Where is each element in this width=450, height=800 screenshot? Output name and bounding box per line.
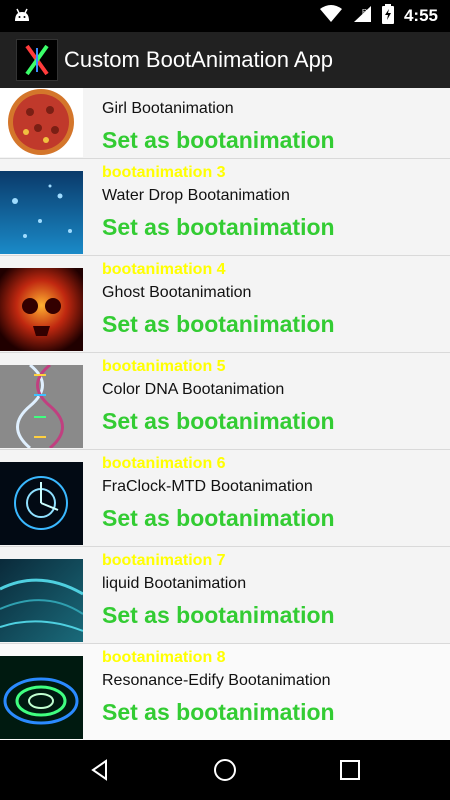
item-name: FraClock-MTD Bootanimation: [102, 478, 313, 495]
svg-text:R: R: [362, 9, 367, 16]
item-number: bootanimation 7: [102, 552, 226, 569]
set-bootanimation-button[interactable]: Set as bootanimation: [102, 601, 335, 629]
app-logo: [16, 39, 58, 81]
app-bar: Custom BootAnimation App: [0, 32, 450, 88]
set-bootanimation-button[interactable]: Set as bootanimation: [102, 504, 335, 532]
signal-icon: R: [352, 5, 372, 28]
item-name: Ghost Bootanimation: [102, 284, 252, 301]
set-bootanimation-button[interactable]: Set as bootanimation: [102, 213, 335, 241]
dna-helix-image: [0, 365, 83, 448]
list-item[interactable]: bootanimation 3 Water Drop Bootanimation…: [0, 159, 450, 256]
list-item[interactable]: bootanimation 5 Color DNA Bootanimation …: [0, 353, 450, 450]
back-icon[interactable]: [88, 758, 112, 782]
water-drop-image: [0, 171, 83, 254]
item-name: Resonance-Edify Bootanimation: [102, 672, 331, 689]
item-number: bootanimation 5: [102, 358, 226, 375]
item-number: bootanimation 8: [102, 649, 226, 666]
list-item[interactable]: bootanimation 7 liquid Bootanimation Set…: [0, 547, 450, 644]
set-bootanimation-button[interactable]: Set as bootanimation: [102, 126, 335, 154]
resonance-ripple-image: [0, 656, 83, 739]
ghost-skull-image: [0, 268, 83, 351]
fractal-clock-image: [0, 462, 83, 545]
navigation-bar: [0, 740, 450, 800]
status-bar: R 4:55: [0, 0, 450, 32]
item-number: bootanimation 3: [102, 164, 226, 181]
clock-time: 4:55: [403, 6, 438, 25]
set-bootanimation-button[interactable]: Set as bootanimation: [102, 407, 335, 435]
app-title: Custom BootAnimation App: [64, 47, 334, 72]
wifi-icon: [319, 4, 342, 28]
item-name: Water Drop Bootanimation: [102, 187, 290, 204]
item-name: Color DNA Bootanimation: [102, 381, 285, 398]
bootanimation-list: Girl Bootanimation Set as bootanimation …: [0, 88, 450, 740]
set-bootanimation-button[interactable]: Set as bootanimation: [102, 698, 335, 726]
list-item[interactable]: bootanimation 8 Resonance-Edify Bootanim…: [0, 644, 450, 740]
item-name: liquid Bootanimation: [102, 575, 247, 592]
android-debug-icon: [12, 6, 32, 26]
list-item[interactable]: bootanimation 6 FraClock-MTD Bootanimati…: [0, 450, 450, 547]
item-number: bootanimation 4: [102, 261, 226, 278]
list-item[interactable]: bootanimation 4 Ghost Bootanimation Set …: [0, 256, 450, 353]
item-name: Girl Bootanimation: [102, 100, 234, 117]
recents-icon[interactable]: [338, 758, 362, 782]
set-bootanimation-button[interactable]: Set as bootanimation: [102, 310, 335, 338]
liquid-android-image: [0, 559, 83, 642]
home-icon[interactable]: [213, 758, 237, 782]
item-number: bootanimation 6: [102, 455, 226, 472]
list-item[interactable]: Girl Bootanimation Set as bootanimation: [0, 88, 450, 159]
battery-icon: [381, 3, 394, 29]
pizza-image: [0, 88, 83, 157]
